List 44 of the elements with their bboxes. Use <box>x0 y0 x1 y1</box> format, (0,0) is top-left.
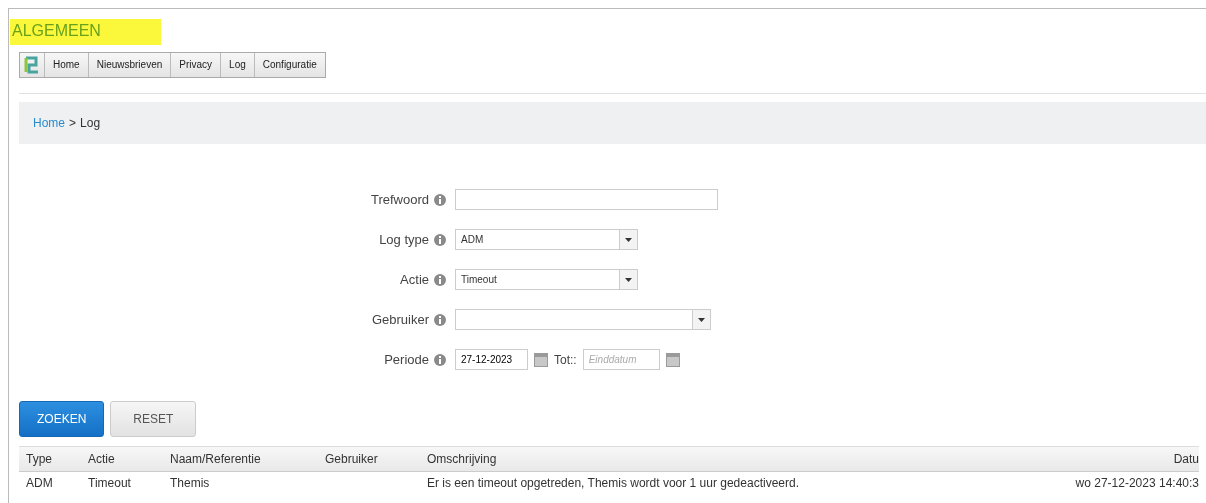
table-cell: Timeout <box>88 475 131 490</box>
dropdown-field[interactable] <box>455 309 711 330</box>
breadcrumb-current: Log <box>80 116 101 130</box>
field-label: Periode <box>384 352 429 367</box>
nav-tab[interactable]: Log <box>220 53 254 77</box>
info-icon[interactable] <box>434 353 446 366</box>
dropdown-field[interactable]: ADM <box>455 229 638 250</box>
field-label: Actie <box>400 272 429 287</box>
period-separator-label: Tot:: <box>554 352 577 367</box>
calendar-icon[interactable] <box>534 352 548 367</box>
field-label: Gebruiker <box>371 312 429 327</box>
info-icon[interactable] <box>434 233 446 246</box>
end-date-input[interactable]: Einddatum <box>582 349 660 370</box>
keyword-input[interactable] <box>455 189 718 210</box>
dropdown-field[interactable]: Timeout <box>455 269 638 290</box>
nav-tab[interactable]: Nieuwsbrieven <box>87 53 171 77</box>
nav-tab[interactable]: Privacy <box>170 53 221 77</box>
table-cell: Er is een timeout opgetreden, Themis wordt voor 1 uur gedeactiveerd. <box>427 475 799 490</box>
start-date-input[interactable]: 27-12-2023 <box>455 349 528 370</box>
table-cell: Themis <box>170 475 210 490</box>
nav-tab[interactable]: Home <box>44 53 88 77</box>
field-label: Log type <box>379 232 429 247</box>
column-header: Type <box>26 452 52 466</box>
calendar-icon[interactable] <box>665 352 680 367</box>
section-title: ALGEMEEN <box>10 19 161 45</box>
search-button[interactable]: ZOEKEN <box>19 401 105 437</box>
caret-icon <box>625 277 632 282</box>
table-cell: ADM <box>26 475 53 490</box>
column-header: Actie <box>88 452 115 466</box>
column-header: Naam/Referentie <box>170 452 261 466</box>
info-icon[interactable] <box>434 273 446 286</box>
field-label: Trefwoord <box>370 192 429 207</box>
column-header: Omschrijving <box>427 452 497 466</box>
breadcrumb-separator: > <box>69 116 77 130</box>
caret-icon <box>698 317 705 322</box>
column-header: Datu <box>1173 452 1199 466</box>
table-cell: wo 27-12-2023 14:40:3 <box>1075 475 1199 490</box>
info-icon[interactable] <box>434 193 446 206</box>
column-header: Gebruiker <box>325 452 378 466</box>
reset-button[interactable]: RESET <box>110 401 197 437</box>
info-icon[interactable] <box>434 313 446 326</box>
caret-icon <box>625 237 632 242</box>
nav-tab[interactable]: Configuratie <box>253 53 325 77</box>
logo-icon <box>24 56 40 74</box>
